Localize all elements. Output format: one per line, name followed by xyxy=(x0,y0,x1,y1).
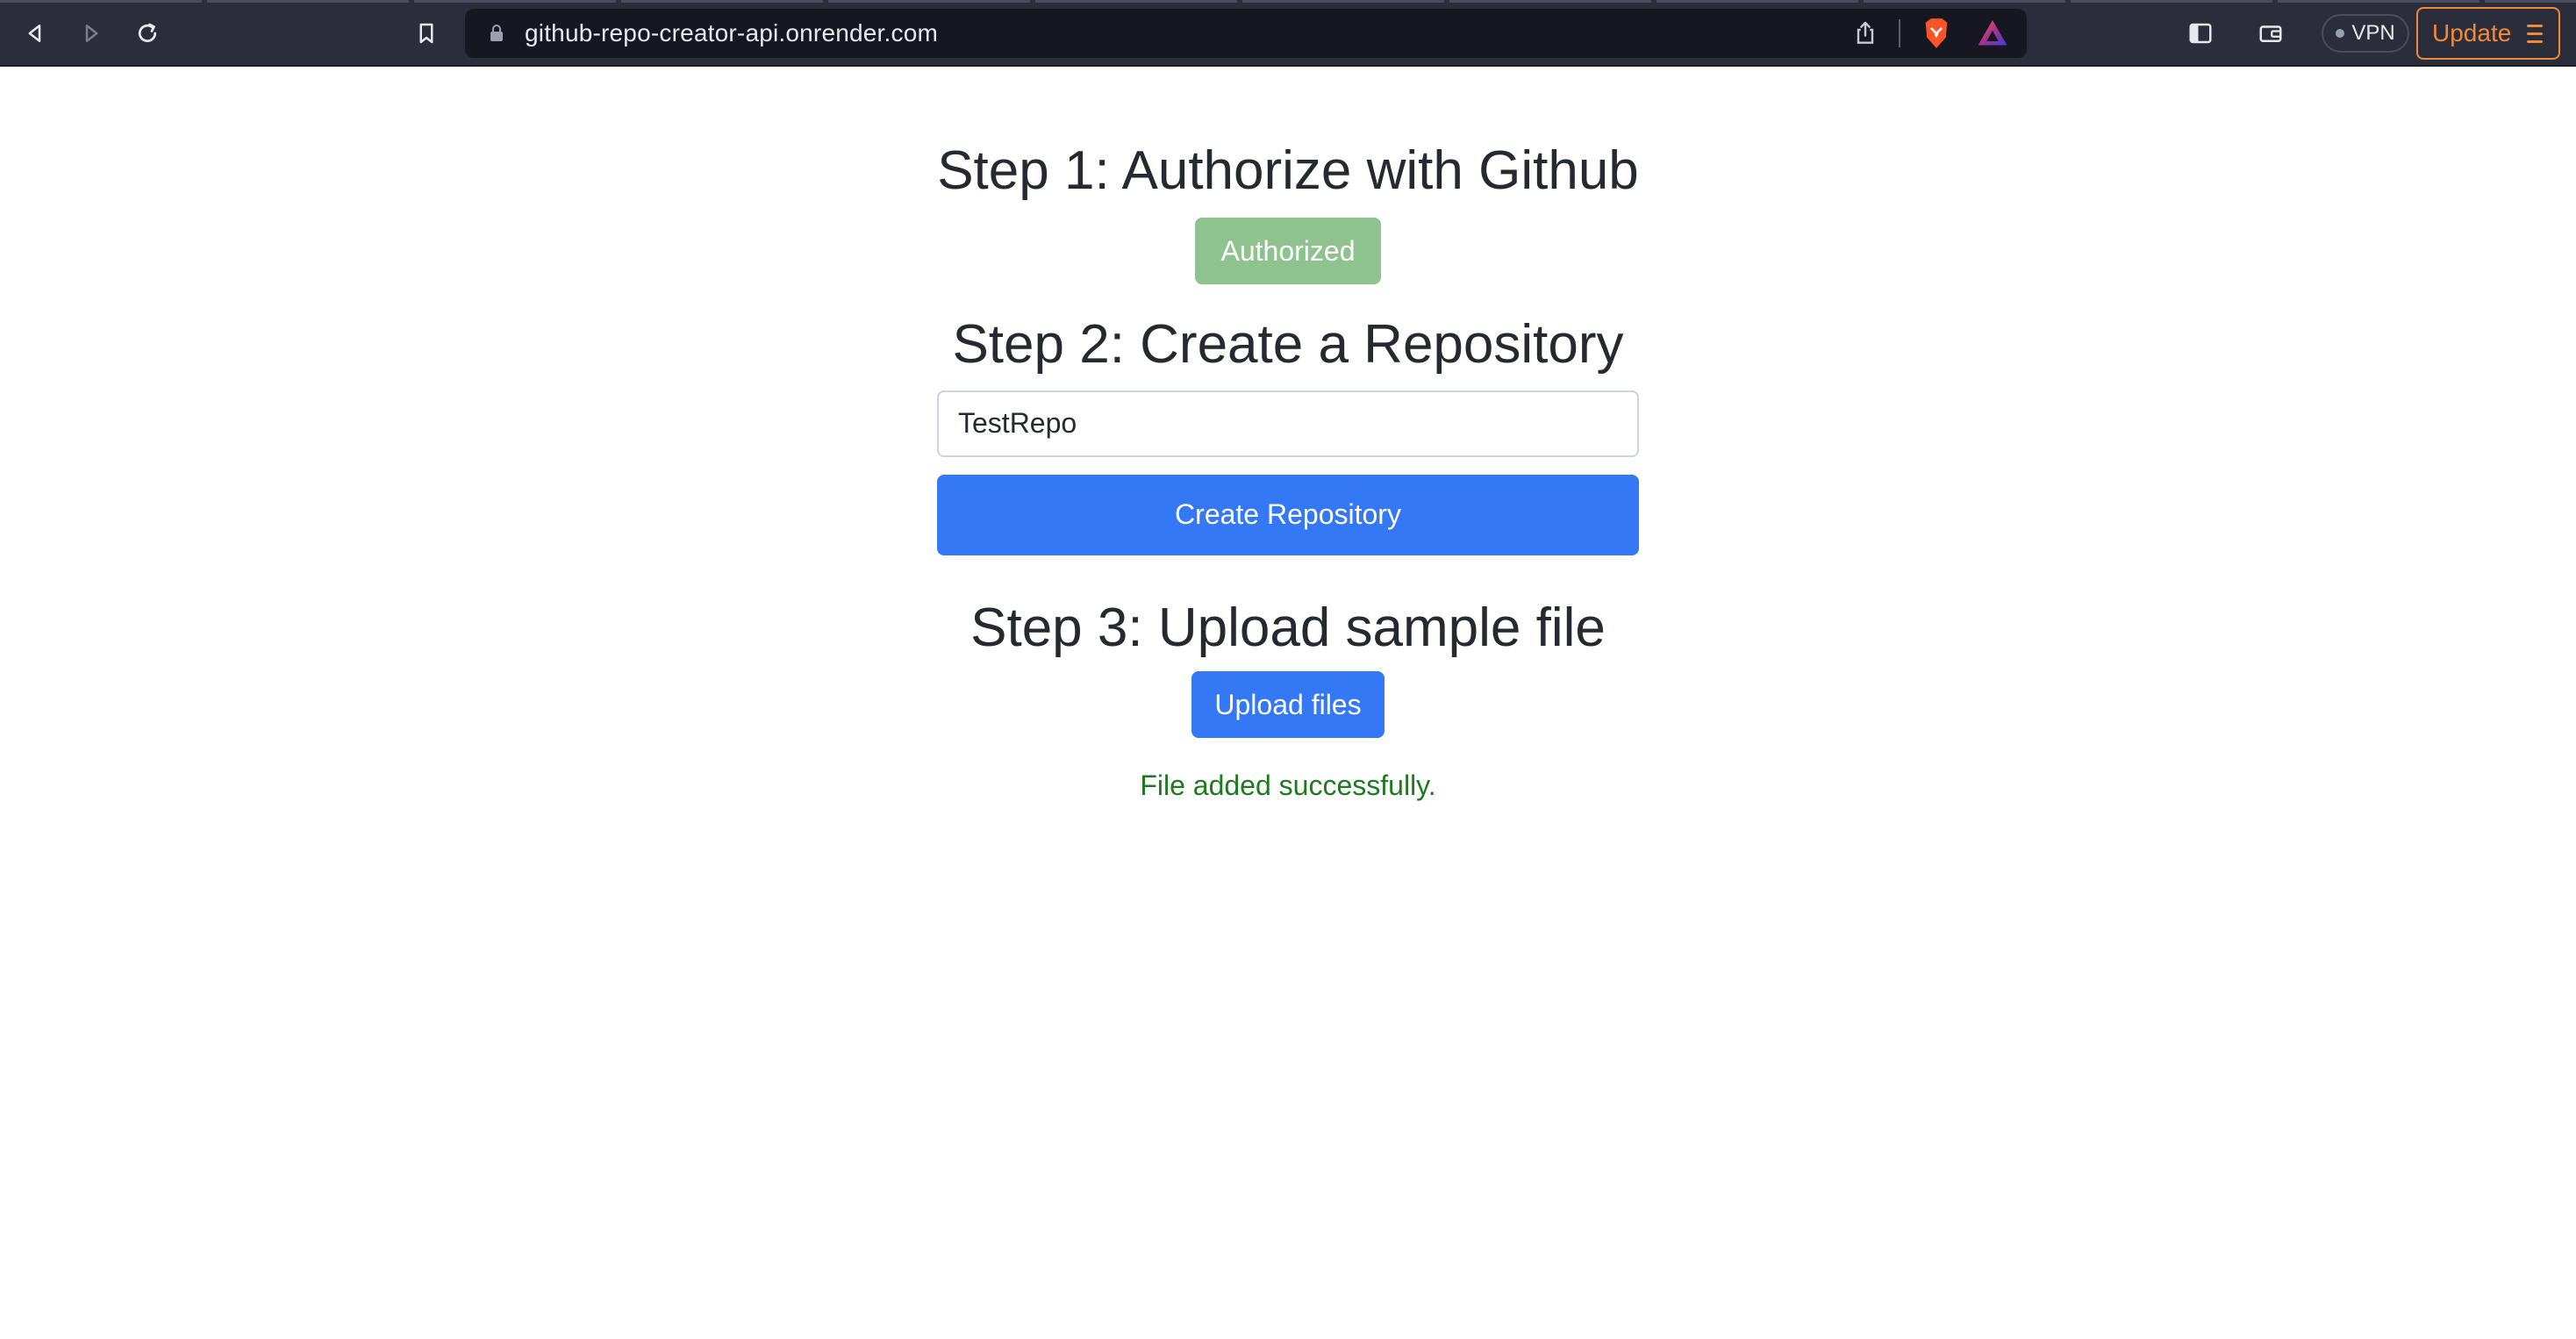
create-repository-button[interactable]: Create Repository xyxy=(937,474,1639,555)
wallet-icon xyxy=(2259,25,2282,42)
update-button[interactable]: Update xyxy=(2416,7,2560,60)
vpn-button[interactable]: VPN xyxy=(2322,14,2409,53)
bookmark-button[interactable] xyxy=(409,16,444,51)
forward-button[interactable] xyxy=(74,16,109,51)
vpn-status-dot xyxy=(2336,29,2345,38)
menu-icon xyxy=(2527,24,2544,43)
step3-title: Step 3: Upload sample file xyxy=(970,597,1606,658)
update-label: Update xyxy=(2432,19,2512,47)
address-bar-divider xyxy=(1899,19,1900,47)
status-message: File added successfully. xyxy=(1140,770,1436,802)
authorize-button[interactable]: Authorized xyxy=(1194,218,1382,285)
upload-files-button[interactable]: Upload files xyxy=(1191,671,1385,739)
lock-icon xyxy=(490,25,503,41)
reload-icon xyxy=(138,23,157,43)
forward-icon xyxy=(85,25,98,42)
sidebar-icon xyxy=(2189,23,2212,44)
vpn-label: VPN xyxy=(2351,21,2395,45)
share-icon[interactable] xyxy=(1851,19,1879,47)
bookmark-icon xyxy=(419,23,433,44)
browser-toolbar: github-repo-creator-api.onrender.com VPN… xyxy=(0,0,2576,67)
brave-rewards-icon[interactable] xyxy=(1976,18,2009,49)
url-text[interactable]: github-repo-creator-api.onrender.com xyxy=(525,9,938,58)
step2-title: Step 2: Create a Repository xyxy=(952,314,1624,376)
back-icon xyxy=(28,25,41,42)
sidebar-toggle-button[interactable] xyxy=(2183,16,2218,51)
address-bar[interactable]: github-repo-creator-api.onrender.com xyxy=(465,9,2027,58)
tab-strip xyxy=(0,0,2576,3)
step1-title: Step 1: Authorize with Github xyxy=(937,140,1639,201)
back-button[interactable] xyxy=(18,16,53,51)
page-content: Step 1: Authorize with Github Authorized… xyxy=(0,68,2576,802)
brave-shields-icon[interactable] xyxy=(1920,16,1953,51)
wallet-button[interactable] xyxy=(2253,16,2288,51)
reload-button[interactable] xyxy=(130,16,165,51)
repo-name-input[interactable] xyxy=(937,390,1639,457)
